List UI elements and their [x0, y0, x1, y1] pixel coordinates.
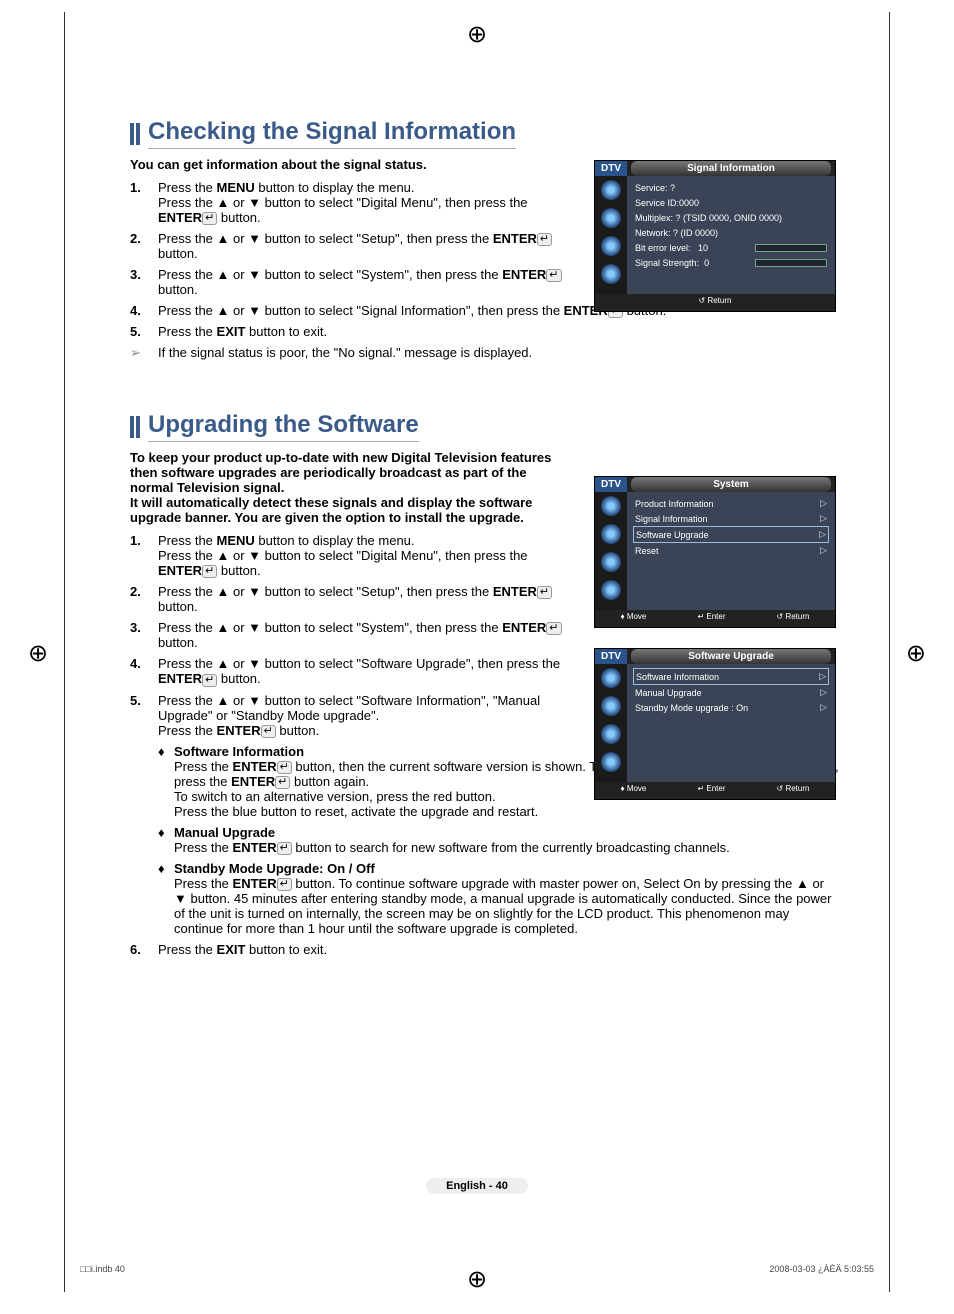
step-1-3: Press the ▲ or ▼ button to select "Syste… — [158, 267, 570, 297]
menu-item[interactable]: Manual Upgrade▷ — [633, 685, 829, 700]
heading-bars-icon — [130, 416, 142, 441]
registration-mark-right: ⊕ — [906, 639, 926, 668]
steps-list-1: 1.Press the MENU button to display the m… — [130, 180, 570, 297]
step-1-2: Press the ▲ or ▼ button to select "Setup… — [158, 231, 570, 261]
osd-title: Software Upgrade — [631, 649, 831, 664]
indb-marker: □□i.indb 40 — [80, 1264, 125, 1274]
sub-heading: Standby Mode Upgrade: On / Off — [174, 861, 840, 876]
step-2-5: Press the ▲ or ▼ button to select "Softw… — [158, 693, 570, 738]
steps-list-2: 1.Press the MENU button to display the m… — [130, 533, 570, 737]
osd-title: System — [631, 477, 831, 492]
sidebar-icon — [601, 264, 621, 284]
page-number: English - 40 — [426, 1178, 528, 1194]
sub-body: Press the ENTER↵ button to search for ne… — [174, 840, 730, 855]
heading-1: Checking the Signal Information — [148, 118, 516, 149]
registration-mark-top: ⊕ — [467, 20, 487, 49]
step-1-1: Press the MENU button to display the men… — [158, 180, 570, 225]
osd-footer: ♦ Move↵ Enter↺ Return — [595, 782, 835, 795]
step-1-5: Press the EXIT button to exit. — [158, 324, 840, 339]
osd-title: Signal Information — [631, 161, 831, 176]
bit-error-bar — [755, 244, 827, 252]
osd-software-upgrade: DTV Software Upgrade Software Information… — [594, 648, 836, 800]
print-date: 2008-03-03 ¿ÀÈÄ 5:03:55 — [769, 1264, 874, 1274]
menu-item[interactable]: Reset▷ — [633, 543, 829, 558]
step-2-1: Press the MENU button to display the men… — [158, 533, 570, 578]
menu-item[interactable]: Software Upgrade▷ — [633, 526, 829, 543]
osd-sidebar — [595, 492, 627, 610]
crop-mark-right — [889, 12, 890, 1292]
osd-panel: Service: ? Service ID:0000 Multiplex: ? … — [627, 176, 835, 294]
sidebar-icon — [601, 552, 621, 572]
menu-item[interactable]: Signal Information▷ — [633, 511, 829, 526]
heading-2: Upgrading the Software — [148, 411, 419, 442]
osd-panel: Product Information▷Signal Information▷S… — [627, 492, 835, 610]
sub-heading: Manual Upgrade — [174, 825, 730, 840]
menu-item[interactable]: Software Information▷ — [633, 668, 829, 685]
bullet-diamond-icon: ♦ — [158, 744, 174, 819]
step-2-2: Press the ▲ or ▼ button to select "Setup… — [158, 584, 570, 614]
dtv-badge: DTV — [595, 477, 627, 492]
crop-mark-left — [64, 12, 65, 1292]
sidebar-icon — [601, 668, 621, 688]
sidebar-icon — [601, 724, 621, 744]
signal-strength-bar — [755, 259, 827, 267]
registration-mark-bottom: ⊕ — [467, 1265, 487, 1294]
bullet-diamond-icon: ♦ — [158, 861, 174, 936]
sidebar-icon — [601, 180, 621, 200]
step-2-4: Press the ▲ or ▼ button to select "Softw… — [158, 656, 570, 686]
menu-item[interactable]: Standby Mode upgrade : On▷ — [633, 700, 829, 715]
sidebar-icon — [601, 580, 621, 600]
heading-bars-icon — [130, 123, 142, 148]
sidebar-icon — [601, 524, 621, 544]
sidebar-icon — [601, 236, 621, 256]
osd-signal-information: DTV Signal Information Service: ? Service… — [594, 160, 836, 312]
sidebar-icon — [601, 752, 621, 772]
note-1: ➢If the signal status is poor, the "No s… — [130, 345, 840, 361]
sub-body: Press the ENTER↵ button. To continue sof… — [174, 876, 840, 936]
bullet-diamond-icon: ♦ — [158, 825, 174, 855]
dtv-badge: DTV — [595, 649, 627, 664]
osd-sidebar — [595, 664, 627, 782]
sidebar-icon — [601, 696, 621, 716]
dtv-badge: DTV — [595, 161, 627, 176]
step-2-3: Press the ▲ or ▼ button to select "Syste… — [158, 620, 570, 650]
menu-item[interactable]: Product Information▷ — [633, 496, 829, 511]
sidebar-icon — [601, 208, 621, 228]
registration-mark-left: ⊕ — [28, 639, 48, 668]
intro-2: To keep your product up-to-date with new… — [130, 450, 570, 525]
step-2-6: Press the EXIT button to exit. — [158, 942, 840, 957]
note-arrow-icon: ➢ — [130, 345, 158, 361]
sidebar-icon — [601, 496, 621, 516]
osd-system: DTV System Product Information▷Signal Inf… — [594, 476, 836, 628]
osd-sidebar — [595, 176, 627, 294]
osd-footer: ↺ Return — [595, 294, 835, 307]
osd-footer: ♦ Move↵ Enter↺ Return — [595, 610, 835, 623]
osd-panel: Software Information▷Manual Upgrade▷Stan… — [627, 664, 835, 782]
